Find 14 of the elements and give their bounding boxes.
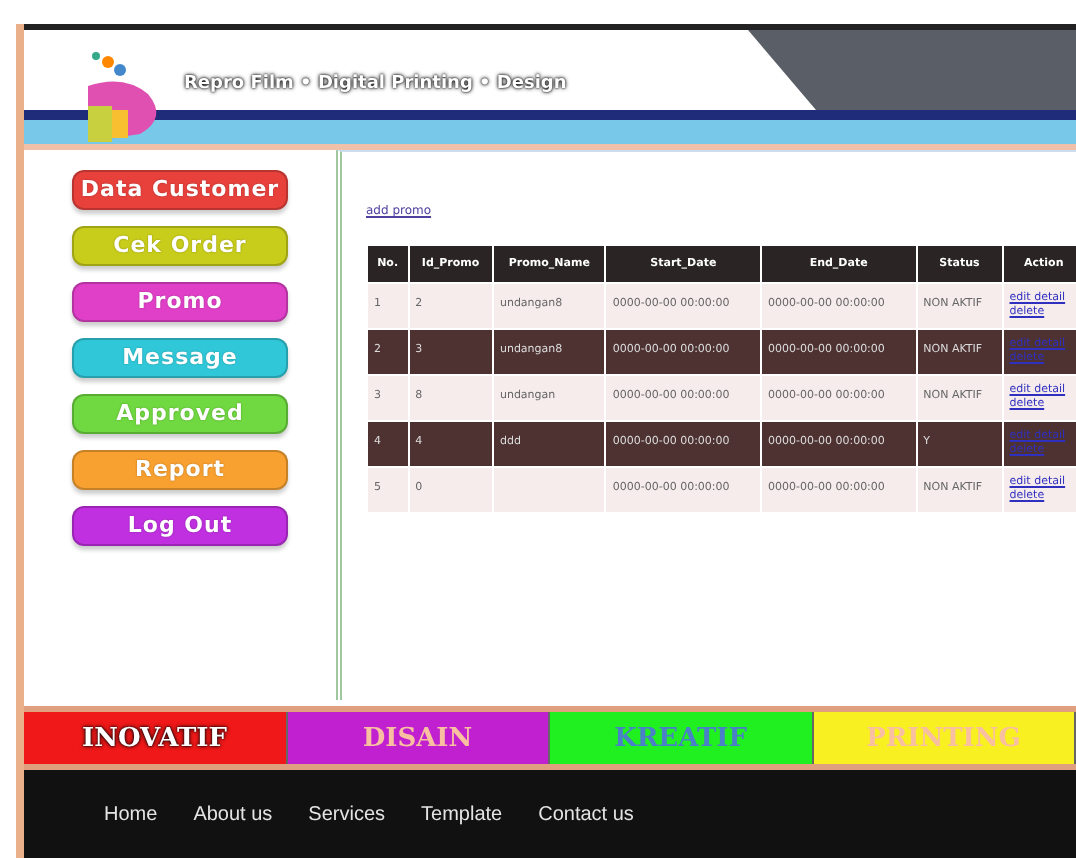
banner-label: PRINTING bbox=[866, 723, 1021, 753]
nav-link[interactable]: Services bbox=[308, 803, 386, 825]
menu-button[interactable]: Promo bbox=[72, 282, 288, 322]
banner-label: DISAIN bbox=[362, 723, 473, 753]
nav-link[interactable]: About us bbox=[193, 803, 273, 825]
menu-button[interactable]: Log Out bbox=[72, 506, 288, 546]
menu-button[interactable]: Data Customer bbox=[72, 170, 288, 210]
tagline: Repro Film • Digital Printing • Design bbox=[184, 74, 567, 94]
banner-label: INOVATIF bbox=[82, 723, 227, 753]
nav-link[interactable]: Home bbox=[104, 803, 158, 825]
nav-link[interactable]: Template bbox=[421, 803, 503, 825]
banner-label: KREATIF bbox=[614, 723, 747, 753]
nav-link[interactable]: Contact us bbox=[538, 803, 634, 825]
table-cell bbox=[493, 468, 605, 512]
